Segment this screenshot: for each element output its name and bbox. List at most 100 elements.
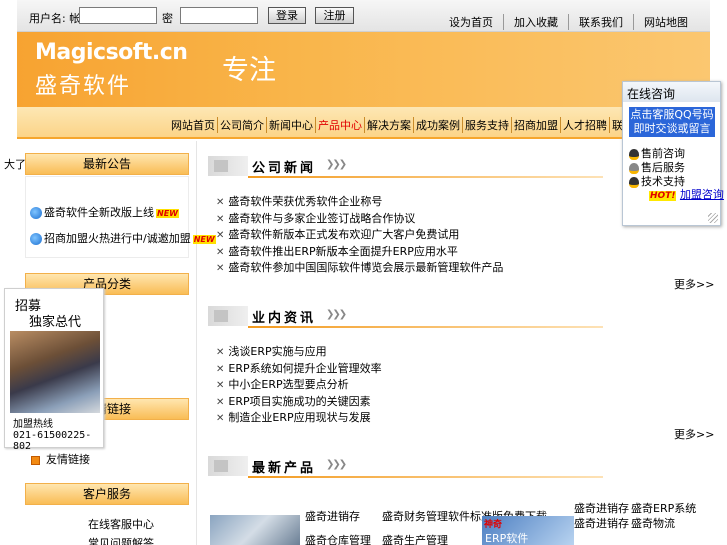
- top-links: 设为首页 加入收藏 联系我们 网站地图: [439, 14, 698, 30]
- bullet-icon: ✕: [216, 230, 225, 241]
- consult-title: 在线咨询: [623, 82, 720, 102]
- bullet-icon: ✕: [216, 197, 225, 208]
- announcement-header: 最新公告: [25, 153, 189, 175]
- news-item[interactable]: ✕ 盛奇软件新版本正式发布欢迎广大客户免费试用: [216, 226, 503, 243]
- nav-item-franchise[interactable]: 招商加盟: [511, 117, 560, 133]
- bullet-icon: ✕: [216, 213, 225, 225]
- service-header: 客户服务: [25, 483, 189, 505]
- section-title: 业内资讯: [252, 311, 317, 326]
- product-link[interactable]: 盛奇仓库管理: [305, 532, 371, 545]
- contact-us-link[interactable]: 联系我们: [568, 14, 633, 30]
- set-homepage-link[interactable]: 设为首页: [439, 14, 503, 30]
- section-underline: [248, 476, 603, 478]
- add-favorite-link[interactable]: 加入收藏: [503, 14, 568, 30]
- sitemap-link[interactable]: 网站地图: [633, 14, 698, 30]
- qq-icon: [629, 176, 639, 188]
- bullet-icon: ✕: [216, 246, 225, 258]
- product-link[interactable]: 盛奇进销存: [305, 508, 360, 524]
- announcement-box: 盛奇软件全新改版上线 NEW 招商加盟火热进行中/诚邀加盟 NEW: [25, 176, 216, 258]
- news-item[interactable]: ✕ 中小企ERP选型要点分析: [216, 376, 382, 393]
- online-consult-widget: 在线咨询 点击客服QQ号码 即时交谈或留言 售前咨询 售后服务 技术支持 HOT…: [622, 81, 724, 226]
- register-button[interactable]: 注册: [315, 7, 354, 24]
- qq-icon: [629, 148, 639, 160]
- main-nav-bar: 网站首页 公司简介 新闻中心 产品中心 解决方案 成功案例 服务支持 招商加盟 …: [17, 107, 710, 139]
- nav-item-cases[interactable]: 成功案例: [413, 117, 462, 133]
- nav-item-support[interactable]: 服务支持: [462, 117, 511, 133]
- ad-hotline-label: 加盟热线: [13, 419, 53, 430]
- product-link[interactable]: 盛奇进销存: [574, 515, 629, 531]
- nav-item-news[interactable]: 新闻中心: [266, 117, 315, 133]
- friend-link-item[interactable]: 友情链接: [31, 451, 90, 467]
- password-input[interactable]: [180, 7, 258, 24]
- login-button[interactable]: 登录: [268, 7, 306, 24]
- announcement-item[interactable]: 招商加盟火热进行中/诚邀加盟 NEW: [30, 230, 216, 246]
- bullet-icon: [31, 455, 40, 465]
- company-news-more-link[interactable]: 更多>>: [674, 276, 714, 292]
- section-underline: [248, 326, 603, 328]
- bullet-icon: ✕: [216, 263, 225, 274]
- resize-grip-icon[interactable]: [708, 213, 718, 223]
- company-news-list: ✕ 盛奇软件荣获优秀软件企业称号 ✕ 盛奇软件与多家企业签订战略合作协议 ✕ 盛奇软件…: [216, 193, 503, 276]
- new-badge: NEW: [192, 235, 216, 244]
- products-header: 最新产品 ❯❯❯: [208, 454, 603, 480]
- site-banner: Magicsoft.cn 盛奇软件 专注: [17, 32, 710, 107]
- product-link[interactable]: 盛奇物流: [631, 515, 675, 531]
- password-label: 密: [162, 12, 173, 25]
- product-link[interactable]: 盛奇进销存: [574, 500, 629, 516]
- news-item[interactable]: ✕ ERP系统如何提升企业管理效率: [216, 360, 382, 377]
- news-item[interactable]: ✕ 制造企业ERP应用现状与发展: [216, 409, 382, 426]
- hot-badge: HOT!: [649, 191, 677, 201]
- news-item[interactable]: ✕ 盛奇软件推出ERP新版本全面提升ERP应用水平: [216, 243, 503, 260]
- bullet-icon: ✕: [216, 413, 225, 424]
- banner-slogan: 专注: [222, 55, 276, 86]
- company-news-header: 公司新闻 ❯❯❯: [208, 154, 603, 180]
- service-item[interactable]: 常见问题解答: [88, 535, 154, 545]
- news-item[interactable]: ✕ 浅谈ERP实施与应用: [216, 343, 382, 360]
- erp-tag: 神奇: [484, 520, 503, 530]
- section-title: 公司新闻: [252, 161, 317, 176]
- handshake-photo: [10, 331, 100, 413]
- bullet-icon: ✕: [216, 363, 225, 375]
- nav-item-solutions[interactable]: 解决方案: [364, 117, 413, 133]
- news-item[interactable]: ✕ 盛奇软件参加中国国际软件博览会展示最新管理软件产品: [216, 259, 503, 276]
- ad-phone-number: 021-61500225-802: [13, 430, 92, 452]
- nav-item-products[interactable]: 产品中心: [315, 117, 364, 133]
- ad-subheadline: 独家总代: [29, 315, 82, 330]
- news-item[interactable]: ✕ 盛奇软件荣获优秀软件企业称号: [216, 193, 503, 210]
- consult-hot-link[interactable]: HOT! 加盟咨询: [649, 186, 724, 202]
- news-item[interactable]: ✕ ERP项目实施成功的关键因素: [216, 393, 382, 410]
- username-label: 用户名: 帐: [29, 12, 81, 25]
- main-nav: 网站首页 公司简介 新闻中心 产品中心 解决方案 成功案例 服务支持 招商加盟 …: [169, 117, 658, 133]
- arrows-icon: ❯❯❯: [326, 159, 347, 170]
- bullet-icon: ✕: [216, 396, 225, 408]
- recruit-ad[interactable]: 招募 独家总代 加盟热线 021-61500225-802: [4, 288, 104, 452]
- service-item[interactable]: 在线客服中心: [88, 516, 154, 532]
- news-item[interactable]: ✕ 盛奇软件与多家企业签订战略合作协议: [216, 210, 503, 227]
- nav-item-home[interactable]: 网站首页: [169, 117, 217, 133]
- industry-news-more-link[interactable]: 更多>>: [674, 426, 714, 442]
- qq-icon: [629, 162, 639, 174]
- product-link[interactable]: 盛奇生产管理: [382, 532, 448, 545]
- logo-english[interactable]: Magicsoft.cn: [35, 40, 188, 65]
- username-input[interactable]: [79, 7, 157, 24]
- product-thumbnail[interactable]: [210, 515, 300, 545]
- section-decor-icon: [208, 156, 248, 176]
- product-link[interactable]: 盛奇ERP系统: [631, 500, 696, 516]
- industry-news-list: ✕ 浅谈ERP实施与应用 ✕ ERP系统如何提升企业管理效率 ✕ 中小企ERP选型要点…: [216, 343, 382, 426]
- industry-news-header: 业内资讯 ❯❯❯: [208, 304, 603, 330]
- bullet-icon: ✕: [216, 380, 225, 391]
- announcement-item[interactable]: 盛奇软件全新改版上线 NEW: [30, 204, 179, 220]
- ie-icon: [30, 207, 42, 219]
- arrows-icon: ❯❯❯: [326, 459, 347, 470]
- section-title: 最新产品: [252, 461, 317, 476]
- arrows-icon: ❯❯❯: [326, 309, 347, 320]
- section-underline: [248, 176, 603, 178]
- consult-qq-banner[interactable]: 点击客服QQ号码 即时交谈或留言: [629, 107, 715, 137]
- bullet-icon: ✕: [216, 347, 225, 358]
- nav-item-jobs[interactable]: 人才招聘: [560, 117, 609, 133]
- logo-chinese: 盛奇软件: [35, 74, 132, 99]
- top-login-bar: 用户名: 帐 密 登录 注册 设为首页 加入收藏 联系我们 网站地图: [17, 0, 710, 32]
- nav-item-about[interactable]: 公司简介: [217, 117, 266, 133]
- ie-icon: [30, 233, 42, 245]
- section-decor-icon: [208, 456, 248, 476]
